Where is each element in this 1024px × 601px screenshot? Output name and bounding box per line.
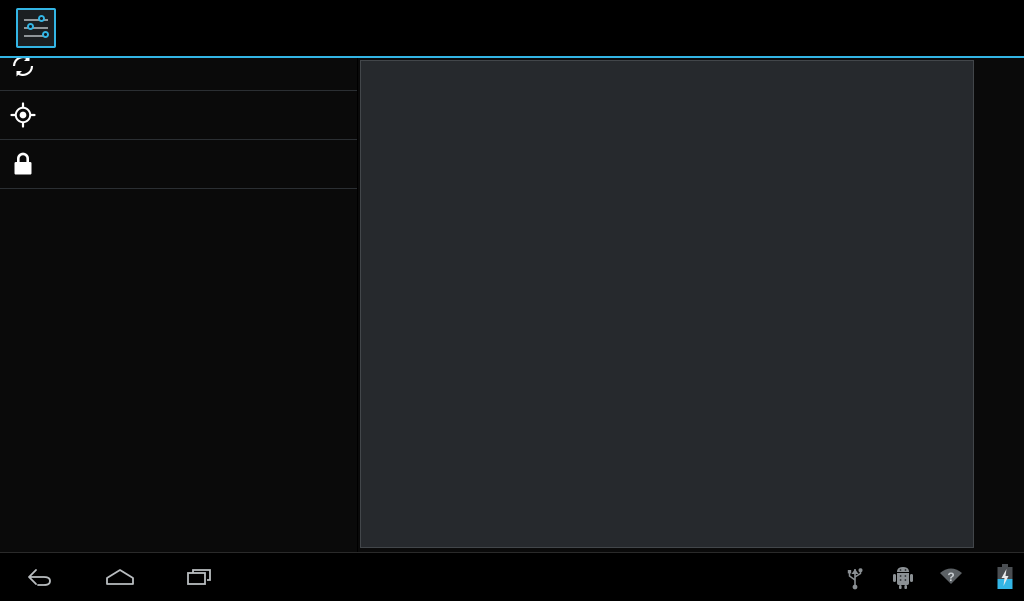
sidebar-scroll-container[interactable] bbox=[0, 58, 358, 189]
back-icon[interactable] bbox=[16, 560, 64, 594]
content-area bbox=[358, 58, 1024, 552]
wifi-no-signal-icon: ? bbox=[934, 562, 968, 592]
location-crosshair-icon bbox=[10, 102, 36, 128]
sidebar-item-accounts-sync[interactable] bbox=[0, 58, 358, 91]
battery-charging-icon bbox=[996, 564, 1014, 590]
recent-apps-icon[interactable] bbox=[176, 560, 224, 594]
body-area bbox=[0, 58, 1024, 552]
sync-icon bbox=[10, 58, 36, 79]
android-debug-icon bbox=[886, 562, 920, 592]
status-tray: ? bbox=[838, 553, 1024, 601]
settings-sidebar[interactable] bbox=[0, 58, 358, 552]
usb-icon bbox=[838, 562, 872, 592]
sidebar-item-security[interactable] bbox=[0, 140, 358, 189]
lock-icon bbox=[10, 151, 36, 177]
home-icon[interactable] bbox=[96, 560, 144, 594]
sidebar-item-location-services[interactable] bbox=[0, 91, 358, 140]
svg-text:?: ? bbox=[947, 570, 954, 584]
system-navigation-bar: ? bbox=[0, 552, 1024, 600]
language-input-panel bbox=[360, 60, 974, 548]
settings-sliders-icon bbox=[16, 8, 56, 48]
app-header bbox=[0, 0, 1024, 56]
